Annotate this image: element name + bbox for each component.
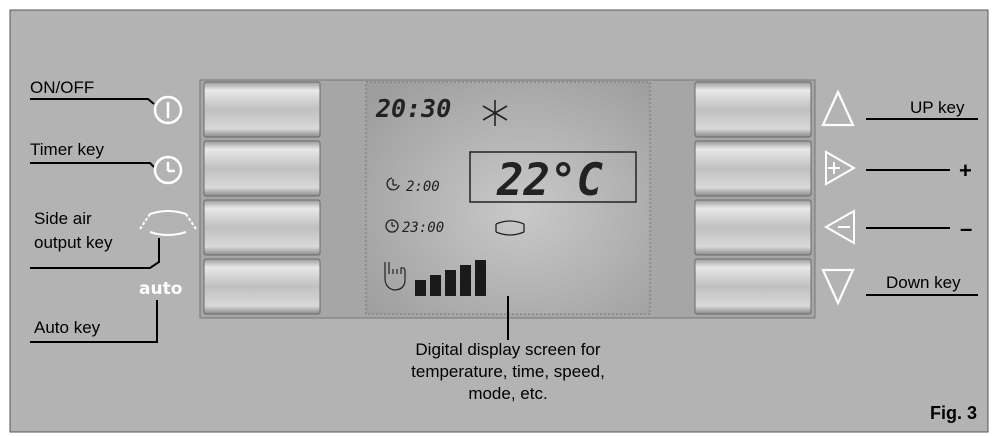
down-key[interactable] (694, 258, 812, 315)
plus-key[interactable] (694, 140, 812, 197)
plus-label: + (959, 158, 972, 183)
lcd-temperature: 22°C (496, 155, 603, 206)
auto-key[interactable] (203, 258, 321, 315)
figure-label: Fig. 3 (930, 403, 977, 423)
lcd-timer-off: 23:00 (402, 220, 444, 236)
auto-key-label: Auto key (34, 318, 101, 337)
on-off-key[interactable] (203, 81, 321, 138)
fan-speed-bar (475, 260, 486, 296)
down-key-label: Down key (886, 273, 961, 292)
remote-panel-diagram: 20:30 22°C 2:00 23:00 ON/OFF Timer key S… (9, 9, 989, 433)
caption-line2: temperature, time, speed, (411, 362, 605, 381)
side-air-label-line1: Side air (34, 209, 92, 228)
lcd-timer-on: 2:00 (406, 179, 440, 195)
up-key[interactable] (694, 81, 812, 138)
minus-key[interactable] (694, 199, 812, 256)
on-off-label: ON/OFF (30, 78, 94, 97)
auto-icon-text: auto (139, 279, 182, 299)
timer-key[interactable] (203, 140, 321, 197)
lcd-clock: 20:30 (375, 94, 451, 123)
minus-label: – (960, 216, 972, 241)
caption-line1: Digital display screen for (415, 340, 601, 359)
timer-key-label: Timer key (30, 140, 104, 159)
caption-line3: mode, etc. (468, 384, 547, 403)
fan-speed-bar (445, 270, 456, 296)
fan-speed-bar (460, 265, 471, 296)
up-key-label: UP key (910, 98, 965, 117)
fan-speed-bar (430, 275, 441, 296)
side-air-label-line2: output key (34, 233, 113, 252)
side-air-output-key[interactable] (203, 199, 321, 256)
fan-speed-bar (415, 280, 426, 296)
